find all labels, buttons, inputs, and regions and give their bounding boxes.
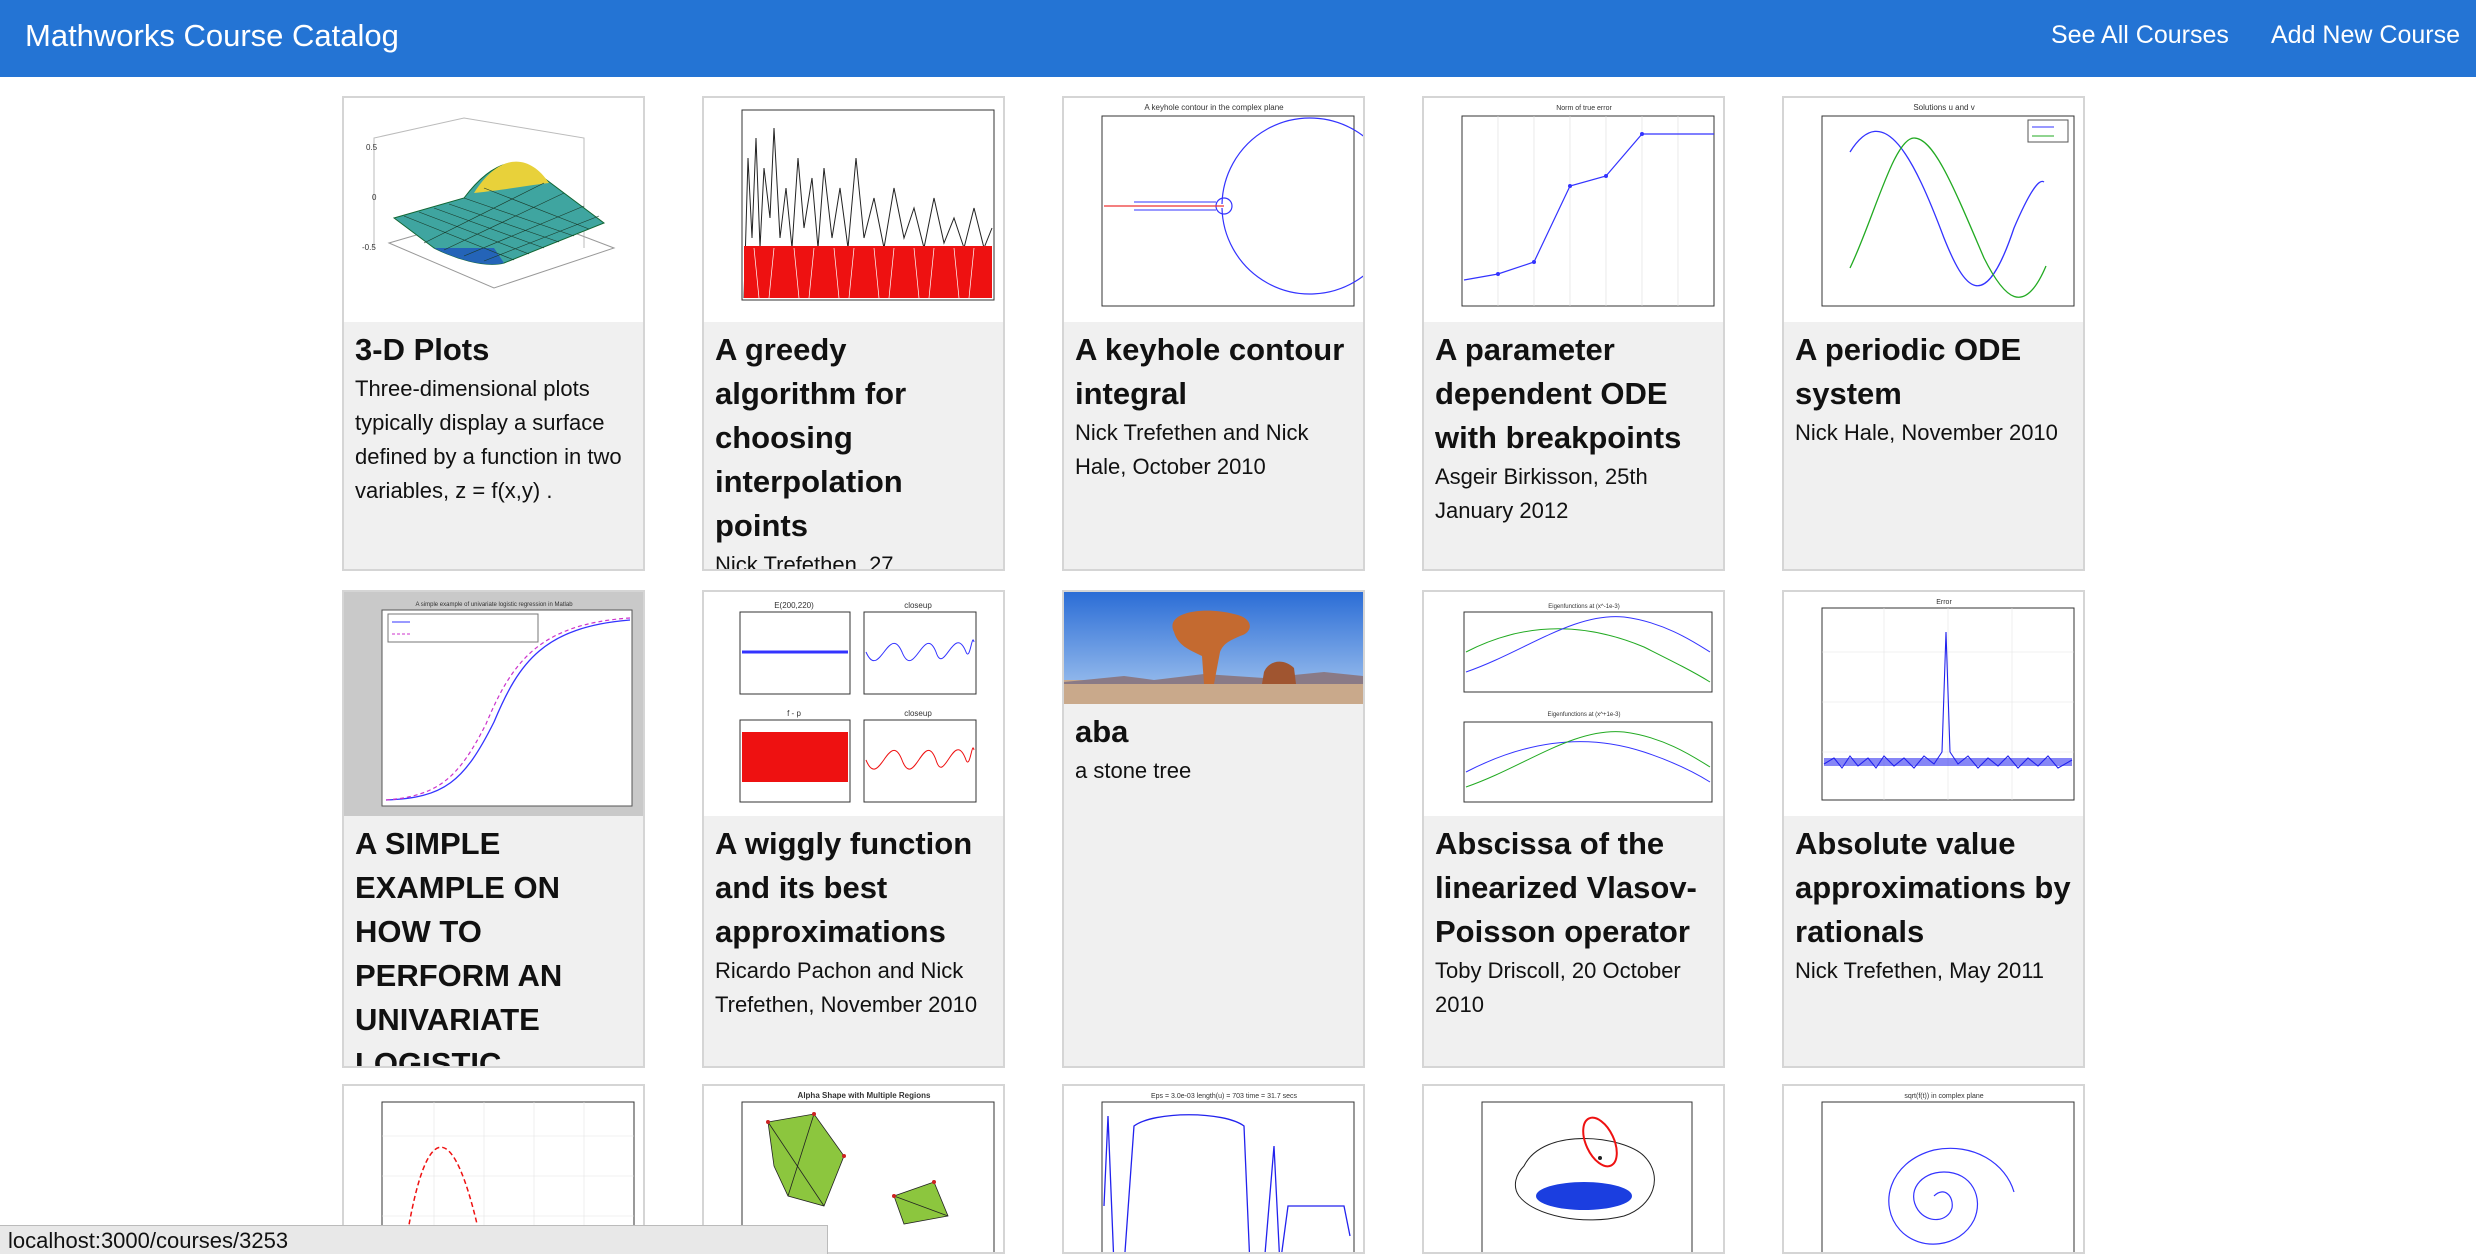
course-thumbnail <box>1064 592 1363 704</box>
course-thumbnail: Error <box>1784 592 2083 816</box>
thumb-title: Norm of true error <box>1556 105 1612 112</box>
brand-link[interactable]: Mathworks Course Catalog <box>25 18 399 54</box>
course-thumbnail <box>704 98 1003 322</box>
course-thumbnail: A simple example of univariate logistic … <box>344 592 643 816</box>
course-card[interactable] <box>1422 1084 1725 1254</box>
course-description: Ricardo Pachon and Nick Trefethen, Novem… <box>715 958 978 1017</box>
course-title[interactable]: aba <box>1075 710 1352 754</box>
thumb-title: Eps = 3.0e-03 length(u) = 703 time = 31.… <box>1151 1093 1298 1100</box>
course-card[interactable]: A greedy algorithm for choosing interpol… <box>702 96 1005 571</box>
course-card[interactable]: sqrt(f(t)) in complex plane <box>1782 1084 2085 1254</box>
thumb-label: E(200,220) <box>774 601 814 610</box>
svg-text:-0.5: -0.5 <box>362 243 376 252</box>
thumb-label: closeup <box>904 601 932 610</box>
thumb-label: Eigenfunctions at (x^-1e-3) <box>1548 604 1620 610</box>
course-description: a stone tree <box>1075 758 1192 783</box>
thumb-label: f - p <box>787 709 801 718</box>
course-description: Nick Trefethen and Nick Hale, October 20… <box>1075 420 1309 479</box>
course-thumbnail: Norm of true error <box>1424 98 1723 322</box>
thumb-title: Error <box>1936 599 1952 606</box>
course-title[interactable]: Abscissa of the linearized Vlasov-Poisso… <box>1435 822 1712 954</box>
add-new-course-link[interactable]: Add New Course <box>2271 21 2460 50</box>
status-url: localhost:3000/courses/3253 <box>8 1228 289 1253</box>
course-card[interactable]: Eps = 3.0e-03 length(u) = 703 time = 31.… <box>1062 1084 1365 1254</box>
course-title[interactable]: Absolute value approximations by rationa… <box>1795 822 2072 954</box>
course-thumbnail <box>1424 1086 1723 1252</box>
thumb-label: Eigenfunctions at (x^+1e-3) <box>1547 712 1620 718</box>
course-card[interactable]: E(200,220) closeup f - p closeup A wiggl… <box>702 590 1005 1068</box>
course-thumbnail: Eps = 3.0e-03 length(u) = 703 time = 31.… <box>1064 1086 1363 1252</box>
thumb-title: Alpha Shape with Multiple Regions <box>798 1091 931 1100</box>
course-description: Nick Trefethen, May 2011 <box>1795 958 2045 983</box>
navbar: Mathworks Course Catalog See All Courses… <box>0 0 2476 77</box>
course-card[interactable]: Eigenfunctions at (x^-1e-3) Eigenfunctio… <box>1422 590 1725 1068</box>
see-all-courses-link[interactable]: See All Courses <box>2051 21 2229 50</box>
thumb-title: Solutions u and v <box>1913 103 1974 112</box>
thumb-title: A keyhole contour in the complex plane <box>1144 103 1284 112</box>
course-description: Asgeir Birkisson, 25th January 2012 <box>1435 464 1648 523</box>
thumb-title: sqrt(f(t)) in complex plane <box>1904 1093 1983 1100</box>
course-thumbnail: sqrt(f(t)) in complex plane <box>1784 1086 2083 1252</box>
course-card[interactable]: Norm of true error A parameter dependent… <box>1422 96 1725 571</box>
course-title[interactable]: 3-D Plots <box>355 328 632 372</box>
course-thumbnail: A keyhole contour in the complex plane <box>1064 98 1363 322</box>
course-card[interactable]: Error Absolute value approximations by r… <box>1782 590 2085 1068</box>
svg-text:0.5: 0.5 <box>366 143 378 152</box>
course-thumbnail: E(200,220) closeup f - p closeup <box>704 592 1003 816</box>
course-thumbnail: Solutions u and v <box>1784 98 2083 322</box>
browser-status-bar: localhost:3000/courses/3253 <box>0 1225 828 1254</box>
course-card[interactable]: A keyhole contour in the complex plane A… <box>1062 96 1365 571</box>
course-card[interactable]: 0.5 0 -0.5 3-D Plots Three-dimensional p… <box>342 96 645 571</box>
course-description: Nick Hale, November 2010 <box>1795 420 2058 445</box>
course-title[interactable]: A parameter dependent ODE with breakpoin… <box>1435 328 1712 460</box>
course-title[interactable]: A periodic ODE system <box>1795 328 2072 416</box>
course-title[interactable]: A wiggly function and its best approxima… <box>715 822 992 954</box>
thumb-label: closeup <box>904 709 932 718</box>
course-card[interactable]: A simple example of univariate logistic … <box>342 590 645 1068</box>
course-card[interactable]: Solutions u and v A periodic ODE system … <box>1782 96 2085 571</box>
thumb-title: A simple example of univariate logistic … <box>415 602 573 608</box>
svg-text:0: 0 <box>372 193 377 202</box>
course-card[interactable]: aba a stone tree <box>1062 590 1365 1068</box>
course-title[interactable]: A SIMPLE EXAMPLE ON HOW TO PERFORM AN UN… <box>355 822 632 1066</box>
course-thumbnail: 0.5 0 -0.5 <box>344 98 643 322</box>
course-description: Three-dimensional plots typically displa… <box>355 376 622 503</box>
course-description: Nick Trefethen, 27 November 2011 <box>715 552 894 571</box>
course-title[interactable]: A keyhole contour integral <box>1075 328 1352 416</box>
course-thumbnail: Eigenfunctions at (x^-1e-3) Eigenfunctio… <box>1424 592 1723 816</box>
course-description: Toby Driscoll, 20 October 2010 <box>1435 958 1681 1017</box>
course-title[interactable]: A greedy algorithm for choosing interpol… <box>715 328 992 548</box>
